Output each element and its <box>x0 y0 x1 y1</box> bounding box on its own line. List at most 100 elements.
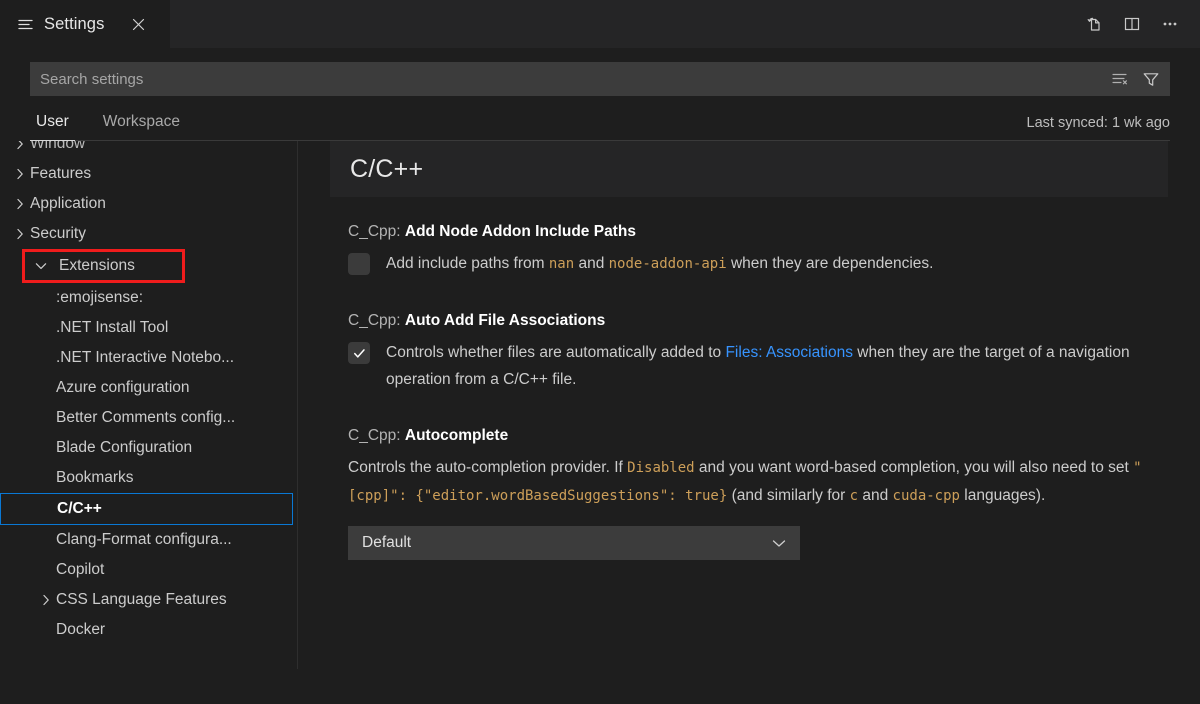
description-text: when they are dependencies. <box>727 255 934 272</box>
close-icon[interactable] <box>128 15 148 35</box>
chevron-right-icon[interactable] <box>12 166 28 182</box>
description-text: and <box>574 255 608 272</box>
tab-user[interactable]: User <box>30 113 75 140</box>
toc-item-label: Azure configuration <box>56 379 190 397</box>
toc-item-docker[interactable]: Docker <box>0 615 297 645</box>
toc-item-label: :emojisense: <box>56 289 143 307</box>
setting-category: C_Cpp: <box>348 312 405 329</box>
editor-tab-label: Settings <box>44 15 104 34</box>
toc-item-net-install-tool[interactable]: .NET Install Tool <box>0 313 297 343</box>
toc-item-label: Application <box>30 195 106 213</box>
description-text: and you want word-based completion, you … <box>695 459 1134 476</box>
code-span: c <box>850 488 858 504</box>
code-span: node-addon-api <box>609 256 727 272</box>
setting-description: Add include paths from nan and node-addo… <box>386 250 933 278</box>
setting-row[interactable]: C_Cpp: Autocomplete Controls the auto-co… <box>330 427 1160 560</box>
toc-item-label: Window <box>30 141 85 153</box>
search-settings-box[interactable] <box>30 62 1170 96</box>
settings-body: Window Features Application Security Extensi… <box>0 141 1200 669</box>
toc-item-better-comments-config[interactable]: Better Comments config... <box>0 403 297 433</box>
toc-item-bookmarks[interactable]: Bookmarks <box>0 463 297 493</box>
settings-scope-tabs: User Workspace Last synced: 1 wk ago <box>30 96 1170 141</box>
chevron-right-icon[interactable] <box>12 226 28 242</box>
toc-item-label: .NET Install Tool <box>56 319 168 337</box>
code-span: nan <box>549 256 574 272</box>
toc-item-blade-configuration[interactable]: Blade Configuration <box>0 433 297 463</box>
setting-category: C_Cpp: <box>348 427 405 444</box>
search-input[interactable] <box>40 71 1109 88</box>
toc-item-css-language-features[interactable]: CSS Language Features <box>0 585 297 615</box>
settings-list: C/C++ C_Cpp: Add Node Addon Include Path… <box>298 141 1200 669</box>
sync-status[interactable]: Last synced: 1 wk ago <box>1027 115 1170 140</box>
toc-item-label: .NET Interactive Notebo... <box>56 349 234 367</box>
chevron-right-icon[interactable] <box>38 592 54 608</box>
tab-user-label: User <box>36 113 69 130</box>
toc-item-extensions[interactable]: Extensions <box>22 249 185 283</box>
toc-item-label: Features <box>30 165 91 183</box>
toc-item-label: Blade Configuration <box>56 439 192 457</box>
toc-item-label: Bookmarks <box>56 469 134 487</box>
settings-toc[interactable]: Window Features Application Security Extensi… <box>0 141 298 669</box>
toc-item-label: CSS Language Features <box>56 591 227 609</box>
toc-item-label: Security <box>30 225 86 243</box>
setting-checkbox[interactable] <box>348 342 370 364</box>
toc-item-label: C/C++ <box>57 500 102 518</box>
setting-name: Autocomplete <box>405 427 508 444</box>
setting-title: C_Cpp: Autocomplete <box>348 427 1160 445</box>
toc-item-emojisense[interactable]: :emojisense: <box>0 283 297 313</box>
code-span: Disabled <box>627 460 694 476</box>
clear-settings-search-input-icon[interactable] <box>1109 68 1131 90</box>
setting-name: Add Node Addon Include Paths <box>405 223 636 240</box>
toc-item-label: Copilot <box>56 561 104 579</box>
chevron-down-icon <box>770 537 788 549</box>
toc-item-security[interactable]: Security <box>0 219 297 249</box>
more-actions-icon[interactable] <box>1156 10 1184 38</box>
settings-group-header: C/C++ <box>330 141 1168 197</box>
toc-item-copilot[interactable]: Copilot <box>0 555 297 585</box>
chevron-right-icon[interactable] <box>12 196 28 212</box>
toc-item-net-interactive-notebo[interactable]: .NET Interactive Notebo... <box>0 343 297 373</box>
description-text: (and similarly for <box>727 487 849 504</box>
setting-row[interactable]: C_Cpp: Auto Add File Associations Contro… <box>330 312 1160 393</box>
editor-tab-settings[interactable]: Settings <box>0 0 170 48</box>
filter-settings-icon[interactable] <box>1140 68 1162 90</box>
toc-item-azure-configuration[interactable]: Azure configuration <box>0 373 297 403</box>
code-span: cuda-cpp <box>893 488 960 504</box>
setting-description: Controls whether files are automatically… <box>386 339 1160 393</box>
page-title: C/C++ <box>350 155 423 184</box>
setting-dropdown-value: Default <box>362 534 411 552</box>
toc-item-c-c[interactable]: C/C++ <box>0 493 293 525</box>
description-text: languages). <box>960 487 1045 504</box>
setting-link[interactable]: Files: Associations <box>725 344 853 361</box>
setting-dropdown[interactable]: Default <box>348 526 800 560</box>
description-text: and <box>858 487 892 504</box>
toc-item-label: Better Comments config... <box>56 409 235 427</box>
tab-workspace[interactable]: Workspace <box>97 113 186 140</box>
split-editor-icon[interactable] <box>1118 10 1146 38</box>
toc-item-label: Docker <box>56 621 105 639</box>
editor-actions <box>1080 0 1200 48</box>
tab-workspace-label: Workspace <box>103 113 180 130</box>
open-settings-json-icon[interactable] <box>1080 10 1108 38</box>
toc-item-application[interactable]: Application <box>0 189 297 219</box>
search-row <box>0 48 1200 96</box>
setting-checkbox[interactable] <box>348 253 370 275</box>
setting-category: C_Cpp: <box>348 223 405 240</box>
search-action-bar <box>1109 68 1162 90</box>
setting-title: C_Cpp: Add Node Addon Include Paths <box>348 223 1160 241</box>
toc-item-features[interactable]: Features <box>0 159 297 189</box>
setting-description: Controls the auto-completion provider. I… <box>348 454 1160 510</box>
setting-name: Auto Add File Associations <box>405 312 605 329</box>
chevron-right-icon[interactable] <box>12 141 28 152</box>
description-text: Controls whether files are automatically… <box>386 344 725 361</box>
settings-gear-lines-icon <box>18 18 34 32</box>
description-text: Controls the auto-completion provider. I… <box>348 459 627 476</box>
toc-item-clang-format-configura[interactable]: Clang-Format configura... <box>0 525 297 555</box>
description-text: Add include paths from <box>386 255 549 272</box>
chevron-down-icon[interactable] <box>33 258 49 274</box>
setting-title: C_Cpp: Auto Add File Associations <box>348 312 1160 330</box>
toc-item-label: Clang-Format configura... <box>56 531 232 549</box>
setting-row[interactable]: C_Cpp: Add Node Addon Include Paths Add … <box>330 223 1160 278</box>
title-bar: Settings <box>0 0 1200 48</box>
toc-item-window[interactable]: Window <box>0 141 297 159</box>
